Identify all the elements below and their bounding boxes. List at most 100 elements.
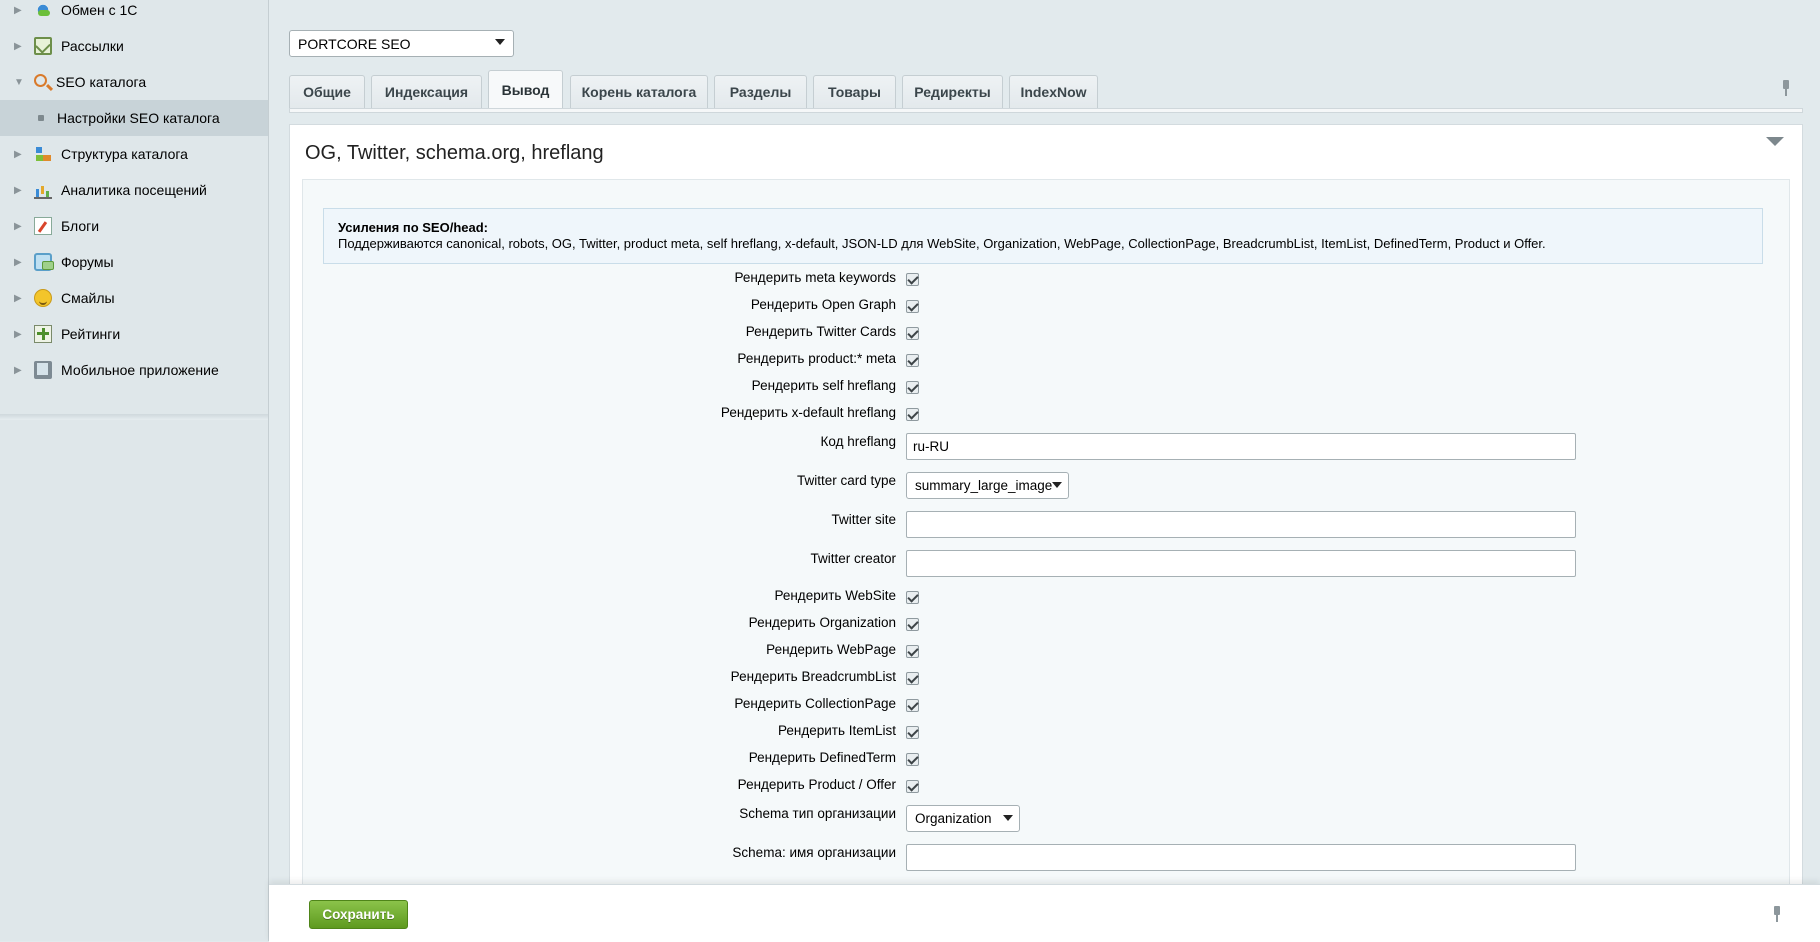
sidebar-item-label: Обмен с 1С [61, 2, 138, 18]
field-label: Рендерить meta keywords [734, 270, 896, 285]
structure-icon [34, 145, 52, 163]
twitter-creator-input[interactable] [906, 550, 1576, 577]
expand-arrow-icon[interactable]: ▶ [14, 149, 26, 160]
collapse-arrow-icon[interactable]: ▼ [14, 77, 26, 88]
pin-icon[interactable] [1781, 80, 1791, 96]
schema-org-type-select[interactable]: Organization [906, 805, 1020, 832]
tab-indexnow[interactable]: IndexNow [1009, 75, 1098, 108]
row-twitter-site: Twitter site [303, 508, 1791, 540]
sidebar-item-label: Структура каталога [61, 146, 188, 162]
seo-notice: Усиления по SEO/head: Поддерживаются can… [323, 208, 1763, 264]
itemlist-checkbox[interactable] [906, 726, 919, 739]
collapse-icon[interactable] [1766, 137, 1784, 146]
notice-title: Усиления по SEO/head: [338, 220, 488, 235]
panel-title: OG, Twitter, schema.org, hreflang [305, 142, 604, 164]
twitter-cards-checkbox[interactable] [906, 327, 919, 340]
product-offer-checkbox[interactable] [906, 780, 919, 793]
expand-arrow-icon[interactable]: ▶ [14, 293, 26, 304]
field-label: Рендерить WebSite [774, 588, 896, 603]
seo-search-icon [34, 73, 47, 87]
row-meta-keywords: Рендерить meta keywords [303, 266, 1791, 293]
sidebar-item-blogs[interactable]: ▶ Блоги [0, 208, 268, 244]
product-meta-checkbox[interactable] [906, 354, 919, 367]
expand-arrow-icon[interactable]: ▶ [14, 41, 26, 52]
collectionpage-checkbox[interactable] [906, 699, 919, 712]
sidebar-item-mobile-app[interactable]: ▶ Мобильное приложение [0, 352, 268, 388]
blog-icon [34, 217, 52, 235]
definedterm-checkbox[interactable] [906, 753, 919, 766]
row-organization: Рендерить Organization [303, 611, 1791, 638]
expand-arrow-icon[interactable]: ▶ [14, 329, 26, 340]
tab-output[interactable]: Вывод [488, 70, 563, 109]
sidebar-item-1c-exchange[interactable]: ▶ Обмен с 1С [0, 0, 268, 28]
expand-arrow-icon[interactable]: ▶ [14, 5, 26, 16]
webpage-checkbox[interactable] [906, 645, 919, 658]
sidebar-item-label: Блоги [61, 218, 100, 234]
mail-icon [34, 37, 52, 55]
sidebar-item-smileys[interactable]: ▶ Смайлы [0, 280, 268, 316]
tab-label: Индексация [384, 84, 469, 100]
footer-bar: Сохранить [269, 884, 1820, 942]
x-default-checkbox[interactable] [906, 408, 919, 421]
hreflang-code-input[interactable] [906, 433, 1576, 460]
sidebar-item-label: Рассылки [61, 38, 124, 54]
field-label: Код hreflang [820, 434, 897, 449]
sidebar-item-label: Форумы [61, 254, 114, 270]
tab-label: Корень каталога [581, 84, 697, 100]
field-label: Рендерить Product / Offer [737, 777, 896, 792]
tab-catalog-root[interactable]: Корень каталога [570, 75, 708, 108]
site-select[interactable]: PORTCORE SEO [289, 30, 514, 57]
sidebar-item-mailings[interactable]: ▶ Рассылки [0, 28, 268, 64]
smile-icon [34, 289, 52, 307]
open-graph-checkbox[interactable] [906, 300, 919, 313]
expand-arrow-icon[interactable]: ▶ [14, 257, 26, 268]
sidebar-item-label: Мобильное приложение [61, 362, 219, 378]
sidebar-item-seo-catalog[interactable]: ▼ SEO каталога [0, 64, 268, 100]
tab-label: Общие [303, 84, 351, 100]
row-twitter-card-type: Twitter card type summary_large_image [303, 469, 1791, 501]
row-schema-org-name: Schema: имя организации [303, 841, 1791, 873]
panel-content: Усиления по SEO/head: Поддерживаются can… [302, 179, 1790, 942]
breadcrumblist-checkbox[interactable] [906, 672, 919, 685]
tab-indexing[interactable]: Индексация [371, 75, 482, 108]
tab-products[interactable]: Товары [813, 75, 896, 108]
pin-icon[interactable] [1772, 906, 1782, 922]
row-collectionpage: Рендерить CollectionPage [303, 692, 1791, 719]
organization-checkbox[interactable] [906, 618, 919, 631]
tab-label: Вывод [501, 82, 550, 98]
sidebar-item-label: Настройки SEO каталога [57, 110, 220, 126]
field-label: Рендерить BreadcrumbList [730, 669, 896, 684]
sidebar-item-forums[interactable]: ▶ Форумы [0, 244, 268, 280]
row-product-offer: Рендерить Product / Offer [303, 773, 1791, 800]
row-self-hreflang: Рендерить self hreflang [303, 374, 1791, 401]
settings-panel: OG, Twitter, schema.org, hreflang Усилен… [289, 124, 1803, 942]
twitter-site-input[interactable] [906, 511, 1576, 538]
website-checkbox[interactable] [906, 591, 919, 604]
field-label: Рендерить ItemList [777, 723, 896, 738]
tab-general[interactable]: Общие [289, 75, 365, 108]
field-label: Рендерить Organization [748, 615, 896, 630]
forum-icon [34, 253, 54, 271]
schema-org-name-input[interactable] [906, 844, 1576, 871]
sidebar-item-analytics[interactable]: ▶ Аналитика посещений [0, 172, 268, 208]
meta-keywords-checkbox[interactable] [906, 273, 919, 286]
tab-redirects[interactable]: Редиректы [902, 75, 1003, 108]
field-label: Twitter site [831, 512, 896, 527]
sidebar-item-seo-settings[interactable]: Настройки SEO каталога [0, 100, 268, 136]
sidebar-item-label: SEO каталога [56, 74, 147, 90]
expand-arrow-icon[interactable]: ▶ [14, 221, 26, 232]
self-hreflang-checkbox[interactable] [906, 381, 919, 394]
field-label: Рендерить x-default hreflang [720, 405, 896, 420]
tab-sections[interactable]: Разделы [714, 75, 807, 108]
row-webpage: Рендерить WebPage [303, 638, 1791, 665]
sidebar-item-catalog-structure[interactable]: ▶ Структура каталога [0, 136, 268, 172]
row-schema-org-type: Schema тип организации Organization [303, 802, 1791, 834]
sidebar-divider [0, 414, 268, 420]
save-button[interactable]: Сохранить [309, 900, 408, 929]
twitter-card-type-select[interactable]: summary_large_image [906, 472, 1069, 499]
expand-arrow-icon[interactable]: ▶ [14, 185, 26, 196]
expand-arrow-icon[interactable]: ▶ [14, 365, 26, 376]
row-hreflang-code: Код hreflang [303, 430, 1791, 462]
sidebar-item-ratings[interactable]: ▶ Рейтинги [0, 316, 268, 352]
field-label: Рендерить product:* meta [737, 351, 896, 366]
